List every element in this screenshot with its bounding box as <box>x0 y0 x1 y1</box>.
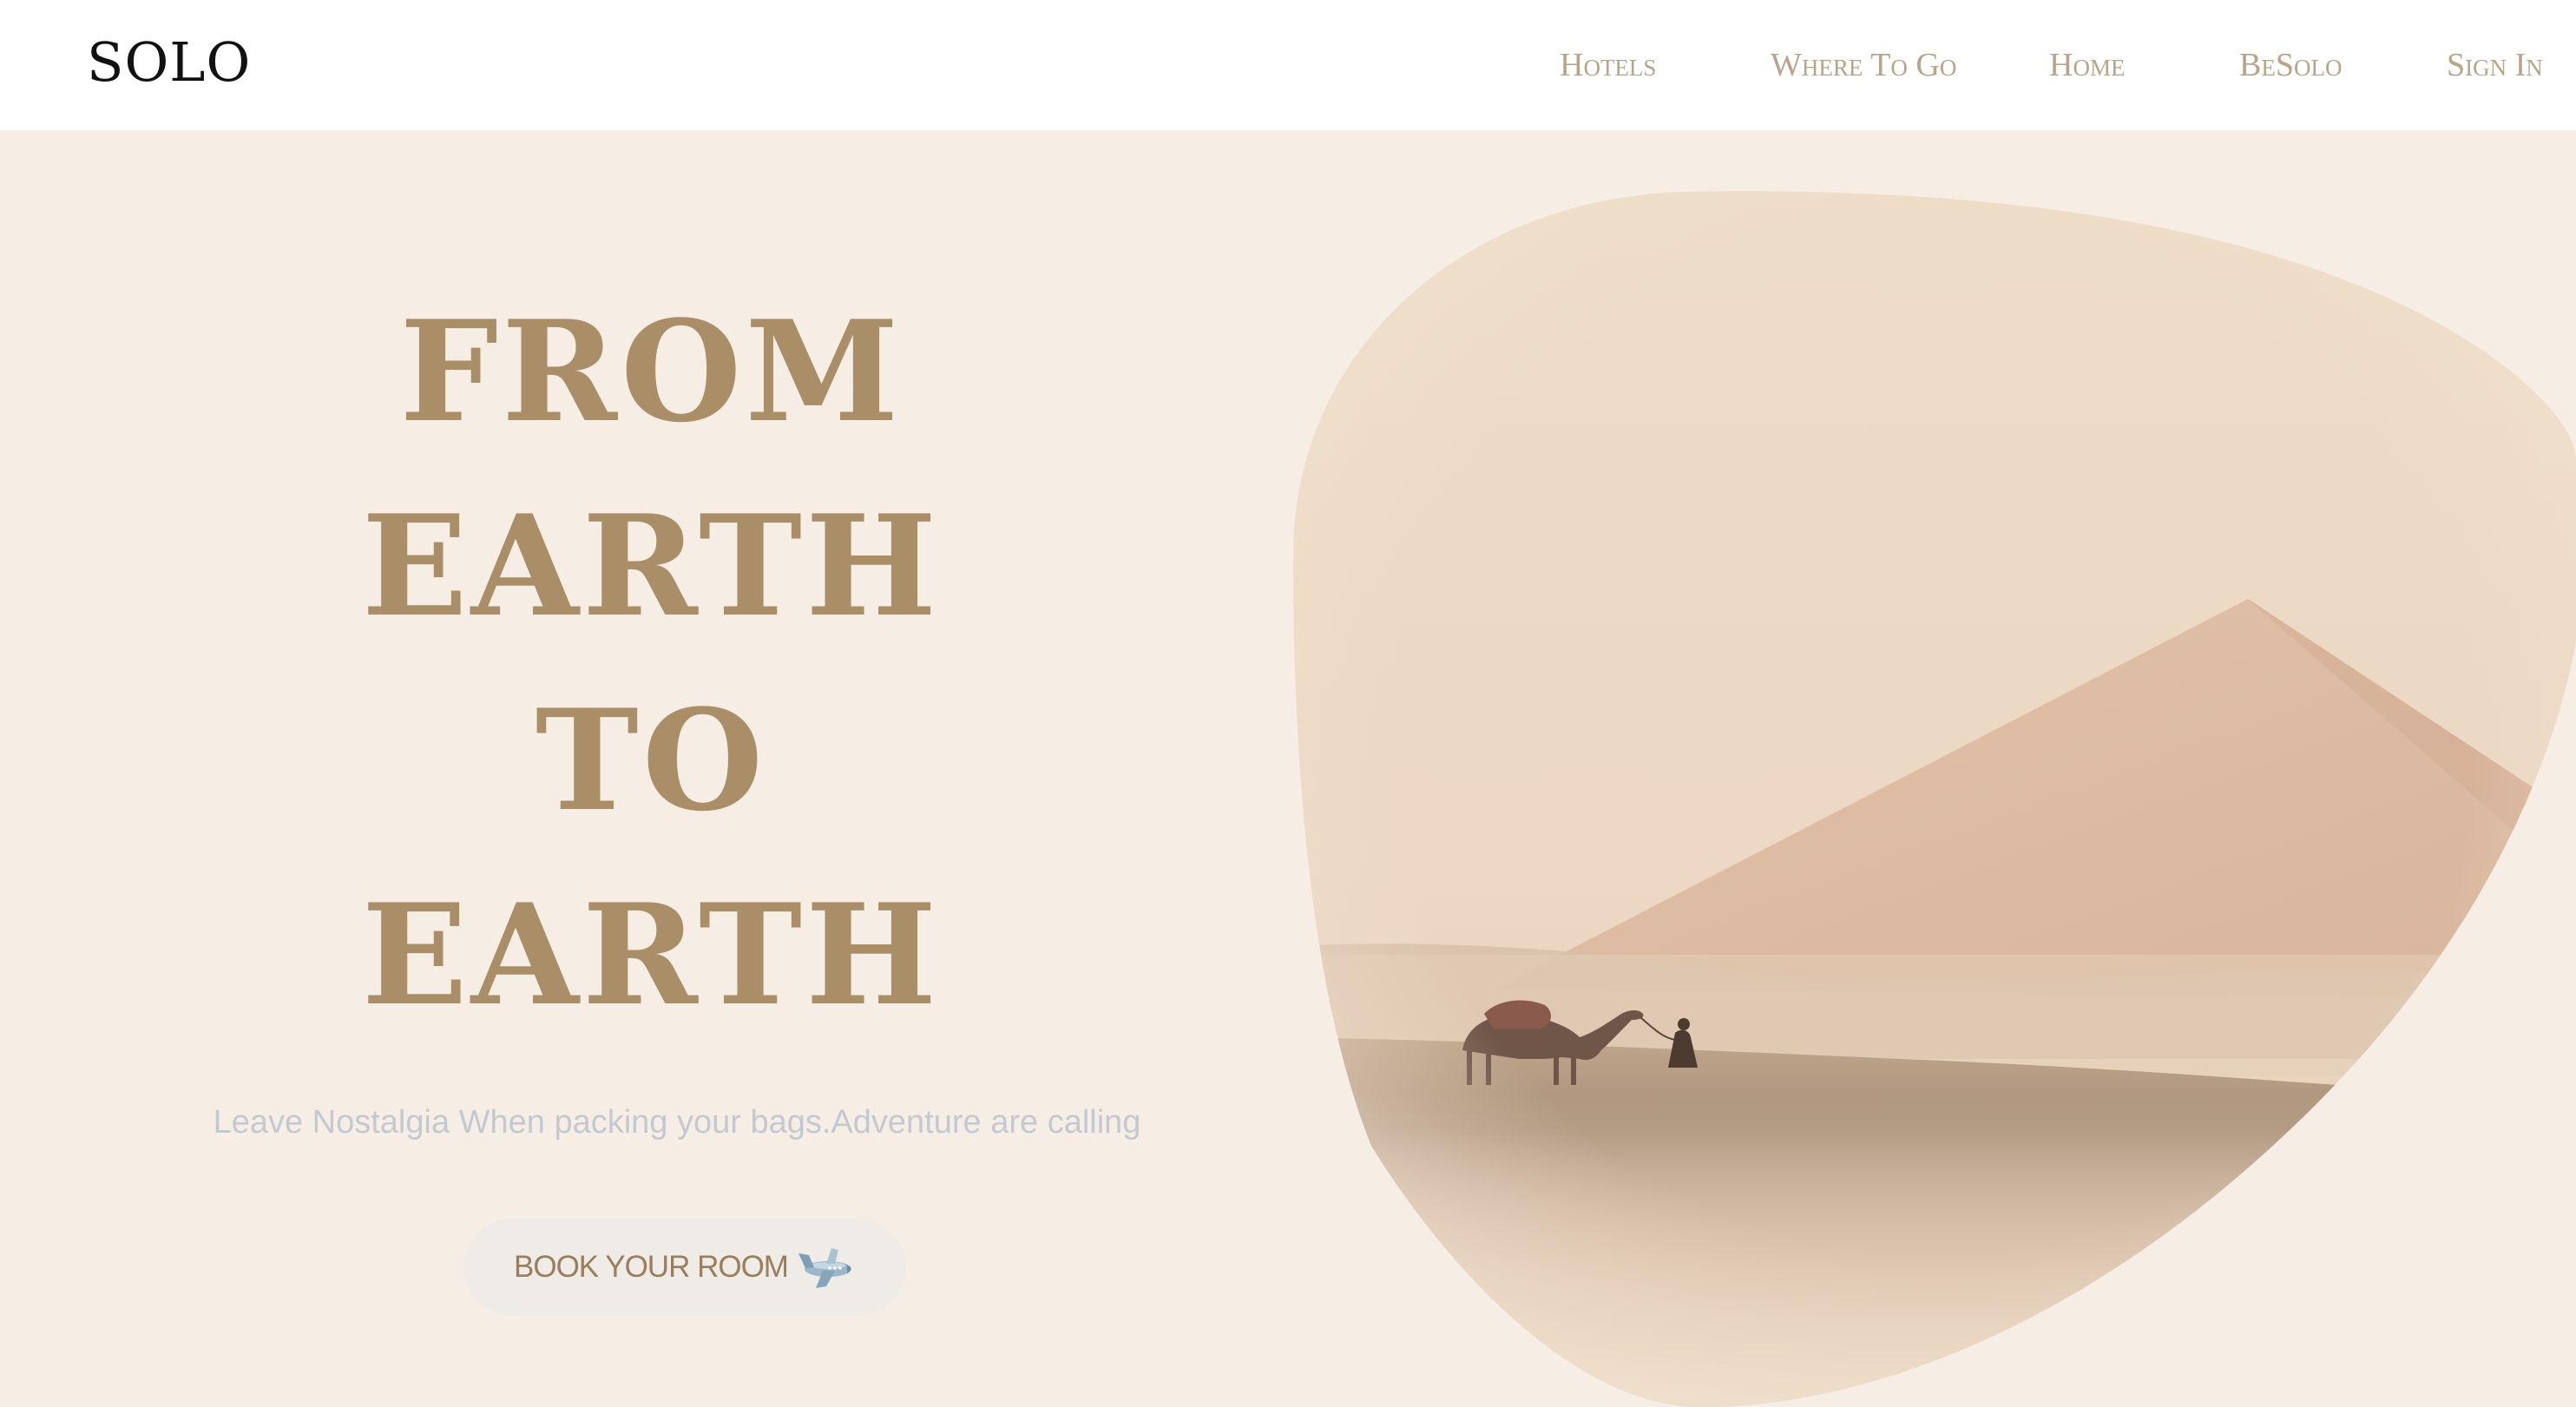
brand-logo[interactable]: SOLO <box>87 30 251 95</box>
nav-link-besolo[interactable]: BeSolo <box>2239 45 2342 85</box>
book-your-room-label: BOOK YOUR ROOM <box>514 1250 789 1284</box>
nav-link-home[interactable]: Home <box>2049 45 2125 85</box>
airplane-icon <box>798 1248 851 1288</box>
nav-link-where-to-go[interactable]: Where To Go <box>1771 45 1956 85</box>
desert-pyramid-camel-icon <box>1293 191 2576 1407</box>
headline-line-2: EARTH <box>361 484 941 648</box>
nav-link-sign-in[interactable]: Sign In <box>2447 45 2543 85</box>
top-navbar: SOLO Hotels Where To Go Home BeSolo Sign… <box>0 0 2576 130</box>
book-your-room-button[interactable]: BOOK YOUR ROOM <box>463 1219 906 1316</box>
headline-line-1: FROM <box>399 290 903 453</box>
hero-section: FROM EARTH TO EARTH Leave Nostalgia When… <box>0 130 2576 1407</box>
headline-line-4: EARTH <box>361 873 941 1036</box>
nav-link-hotels[interactable]: Hotels <box>1560 45 1656 85</box>
hero-tagline: Leave Nostalgia When packing your bags.A… <box>213 1104 1141 1141</box>
headline-line-3: TO <box>535 679 767 842</box>
